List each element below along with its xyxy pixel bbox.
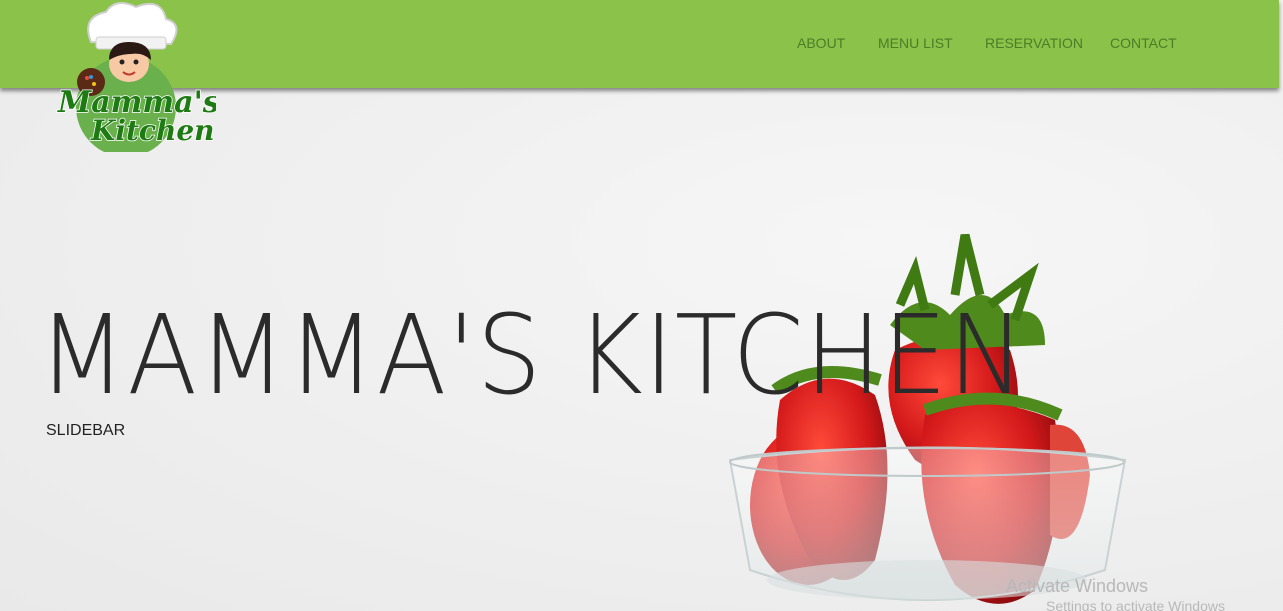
mammas-kitchen-logo[interactable]: Mamma's Kitchen xyxy=(36,2,216,152)
os-activation-watermark-text: Settings to activate Windows xyxy=(1046,598,1225,611)
logo-text-kitchen: Kitchen xyxy=(90,114,214,147)
nav-about-link[interactable]: ABOUT xyxy=(797,35,845,51)
nav-menu-list-link[interactable]: MENU LIST xyxy=(878,35,953,51)
nav-contact-link[interactable]: CONTACT xyxy=(1110,35,1177,51)
hero-subtitle: SLIDEBAR xyxy=(46,422,126,439)
hero-title: MAMMA'S KITCHEN xyxy=(38,291,1026,419)
nav-reservation-link[interactable]: RESERVATION xyxy=(985,35,1083,51)
os-activation-watermark-title: Activate Windows xyxy=(1006,576,1149,596)
